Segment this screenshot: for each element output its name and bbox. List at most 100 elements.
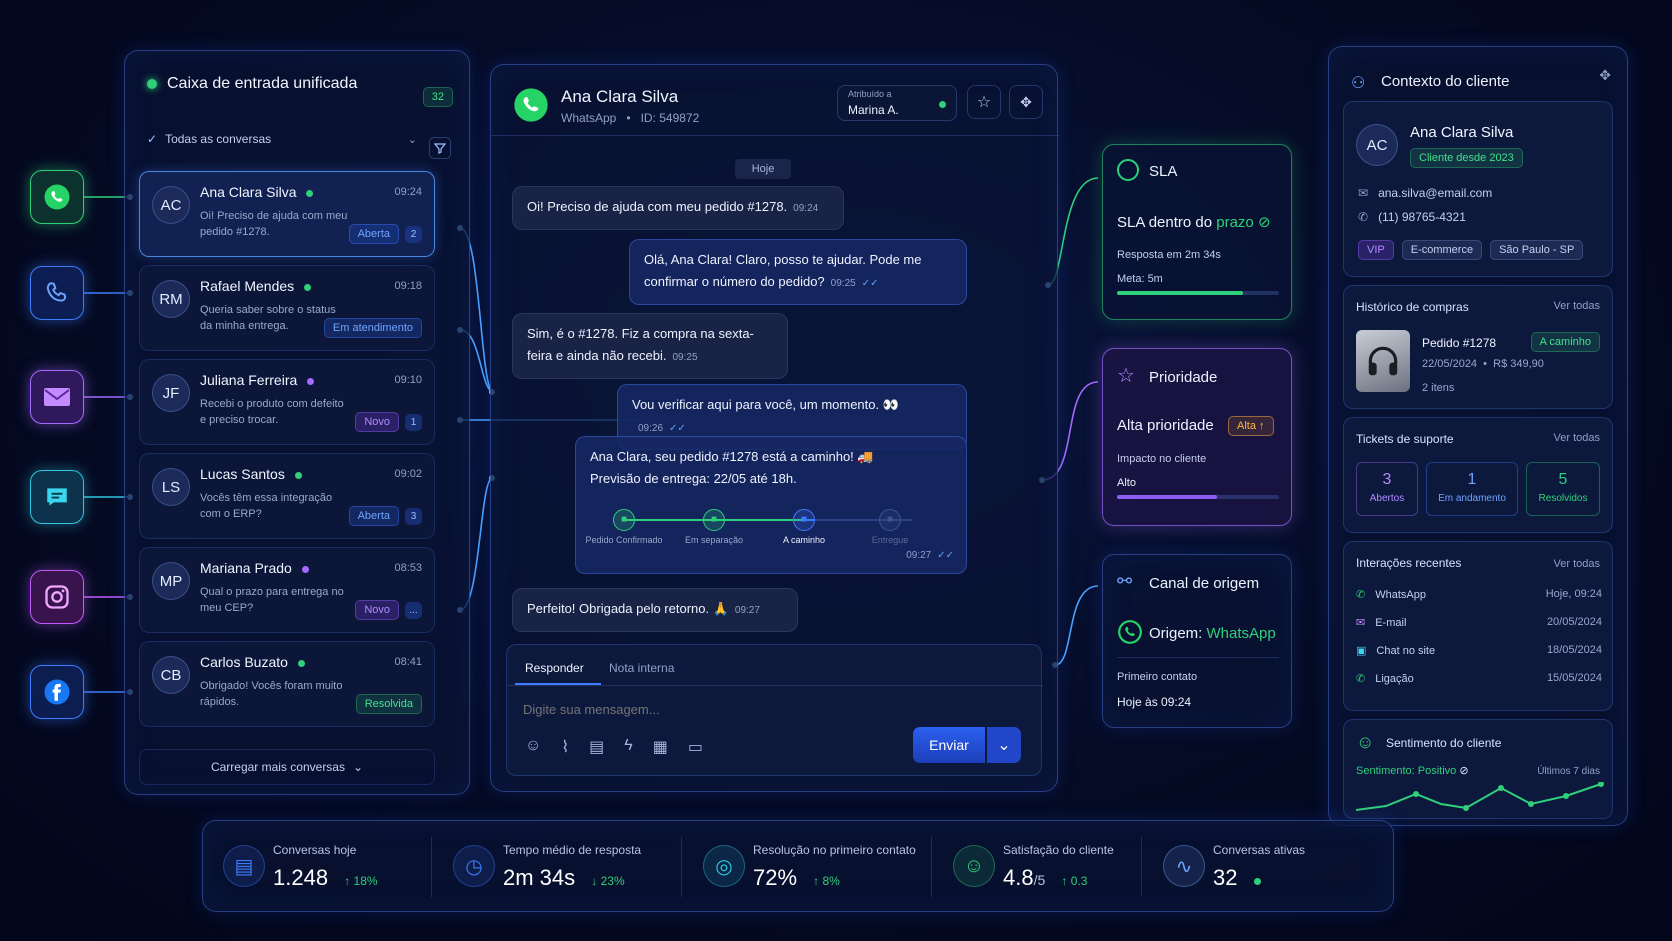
conversation-item[interactable]: MP Mariana Prado 08:53 Qual o prazo para…	[139, 547, 435, 633]
emoji-icon[interactable]: ☺	[525, 737, 541, 757]
priority-card: ☆ Prioridade Alta prioridade Alta ↑ Impa…	[1102, 348, 1292, 526]
channel-phone-button[interactable]	[30, 266, 84, 320]
unread-count: ...	[405, 601, 422, 619]
impact-value: Alto	[1117, 477, 1136, 489]
conversation-item[interactable]: CB Carlos Buzato 08:41 Obrigado! Vocês f…	[139, 641, 435, 727]
calendar-icon[interactable]: ▦	[653, 737, 668, 757]
media-icon[interactable]: ▭	[688, 737, 703, 757]
tag-segment: E-commerce	[1401, 240, 1483, 260]
sentiment-title: Sentimento do cliente	[1386, 736, 1502, 750]
avatar: RM	[152, 280, 190, 318]
channel-instagram-button[interactable]	[30, 570, 84, 624]
message-outgoing: Olá, Ana Clara! Claro, posso te ajudar. …	[629, 239, 967, 305]
avatar: CB	[152, 656, 190, 694]
avatar: JF	[152, 374, 190, 412]
chevron-down-icon: ⌄	[407, 133, 417, 146]
interaction-row[interactable]: ✉ E-mail 20/05/2024	[1356, 616, 1602, 636]
load-more-label: Carregar mais conversas	[210, 760, 345, 774]
stat-item: ◷ Tempo médio de resposta 2m 34s ↓ 23%	[443, 831, 673, 903]
sentiment-card: ☺ Sentimento do cliente Sentimento: Posi…	[1343, 719, 1613, 819]
conversation-item[interactable]: LS Lucas Santos 09:02 Vocês têm essa int…	[139, 453, 435, 539]
status-badge: Aberta	[348, 506, 399, 526]
clock-icon: ◷	[453, 845, 495, 887]
send-button[interactable]: Enviar	[913, 727, 985, 763]
interaction-row[interactable]: ▣ Chat no site 18/05/2024	[1356, 644, 1602, 664]
live-dot	[1253, 878, 1261, 885]
presence-dot	[306, 190, 314, 197]
day-separator: Hoje	[735, 159, 791, 179]
order-status-badge: A caminho	[1530, 332, 1600, 352]
attachment-icon[interactable]: ⌇	[561, 737, 569, 757]
conversation-item[interactable]: RM Rafael Mendes 09:18 Queria saber sobr…	[139, 265, 435, 351]
channel-whatsapp-button[interactable]	[30, 170, 84, 224]
conversation-item[interactable]: AC Ana Clara Silva 09:24 Oi! Preciso de …	[139, 171, 435, 257]
move-icon: ✥	[1020, 93, 1032, 110]
interaction-row[interactable]: ✆ WhatsApp Hoje, 09:24	[1356, 588, 1602, 608]
filter-dropdown[interactable]: ✓ Todas as conversas ⌄	[147, 129, 417, 149]
presence-dot	[304, 284, 312, 291]
purchases-see-all[interactable]: Ver todas	[1554, 300, 1600, 312]
check-icon: ✓	[147, 132, 158, 146]
avatar: LS	[152, 468, 190, 506]
tag-location: São Paulo - SP	[1490, 240, 1584, 260]
tickets-title: Tickets de suporte	[1356, 432, 1454, 446]
send-label: Enviar	[929, 737, 969, 753]
sla-response: Resposta em 2m 34s	[1117, 249, 1221, 261]
user-icon: ⚇	[1351, 75, 1366, 92]
phone-icon: ✆	[1358, 210, 1369, 224]
sla-headline: SLA dentro do prazo ⊘	[1117, 214, 1271, 231]
more-options-button[interactable]: ✥	[1009, 85, 1043, 119]
conversation-preview: Recebi o produto com defeito e preciso t…	[200, 398, 344, 426]
message-input[interactable]	[523, 697, 1023, 721]
ticket-open[interactable]: 3 Abertos	[1356, 462, 1418, 516]
check-circle-icon: ⊘	[1257, 214, 1271, 231]
template-icon[interactable]: ▤	[589, 737, 604, 757]
tab-reply[interactable]: Responder	[525, 661, 584, 675]
channel-email-button[interactable]	[30, 370, 84, 424]
purchases-card: Histórico de compras Ver todas Pedido #1…	[1343, 285, 1613, 409]
conversation-item[interactable]: JF Juliana Ferreira 09:10 Recebi o produ…	[139, 359, 435, 445]
ticket-in-progress[interactable]: 1 Em andamento	[1426, 462, 1518, 516]
conversation-name: Mariana Prado	[200, 560, 309, 576]
tab-internal-note[interactable]: Nota interna	[609, 661, 674, 675]
sentiment-value: Sentimento: Positivo ⊘	[1356, 765, 1469, 777]
assignee-select[interactable]: Atribuído a Marina A.	[837, 85, 957, 121]
tracking-step: ■ Pedido Confirmado	[584, 509, 664, 546]
channel-chat-button[interactable]	[30, 470, 84, 524]
avatar: AC	[152, 186, 190, 224]
inbox-panel: Caixa de entrada unificada 32 ✓ Todas as…	[124, 50, 470, 795]
email-icon	[44, 388, 70, 406]
origin-title: Canal de origem	[1149, 575, 1260, 592]
send-options-button[interactable]: ⌄	[987, 727, 1021, 763]
interaction-row[interactable]: ✆ Ligação 15/05/2024	[1356, 672, 1602, 692]
channel-facebook-button[interactable]	[30, 665, 84, 719]
order-number[interactable]: Pedido #1278	[1422, 336, 1496, 350]
ticket-resolved[interactable]: 5 Resolvidos	[1526, 462, 1600, 516]
tickets-see-all[interactable]: Ver todas	[1554, 432, 1600, 444]
status-badge: Aberta	[348, 224, 399, 244]
conversation-time: 08:53	[394, 562, 422, 574]
priority-headline: Alta prioridade	[1117, 417, 1214, 434]
interactions-see-all[interactable]: Ver todas	[1554, 558, 1600, 570]
customer-since-badge: Cliente desde 2023	[1410, 148, 1523, 168]
sla-card: SLA SLA dentro do prazo ⊘ Resposta em 2m…	[1102, 144, 1292, 320]
assignee-name: Marina A.	[848, 103, 899, 117]
load-more-button[interactable]: Carregar mais conversas ⌄	[139, 749, 435, 785]
chat-icon: ▣	[1356, 645, 1367, 657]
filter-label: Todas as conversas	[165, 132, 272, 146]
customer-email: ✉ ana.silva@email.com	[1358, 186, 1493, 200]
presence-dot	[307, 378, 315, 385]
customer-avatar: AC	[1356, 124, 1398, 166]
stat-item: ☺ Satisfação do cliente 4.8/5 ↑ 0.3	[943, 831, 1173, 903]
chevron-down-icon: ⌄	[997, 737, 1011, 754]
lightning-icon[interactable]: ϟ	[624, 737, 632, 757]
assignee-status-dot	[939, 101, 946, 108]
conversation-name: Rafael Mendes	[200, 278, 312, 294]
unread-count: 3	[405, 507, 422, 525]
customer-profile-card: AC Ana Clara Silva Cliente desde 2023 ✉ a…	[1343, 101, 1613, 277]
favorite-button[interactable]: ☆	[967, 85, 1001, 119]
filter-button[interactable]	[429, 137, 451, 159]
stat-item: ▤ Conversas hoje 1.248 ↑ 18%	[213, 831, 443, 903]
order-items: 2 itens	[1422, 382, 1455, 394]
move-icon[interactable]: ✥	[1599, 67, 1611, 84]
